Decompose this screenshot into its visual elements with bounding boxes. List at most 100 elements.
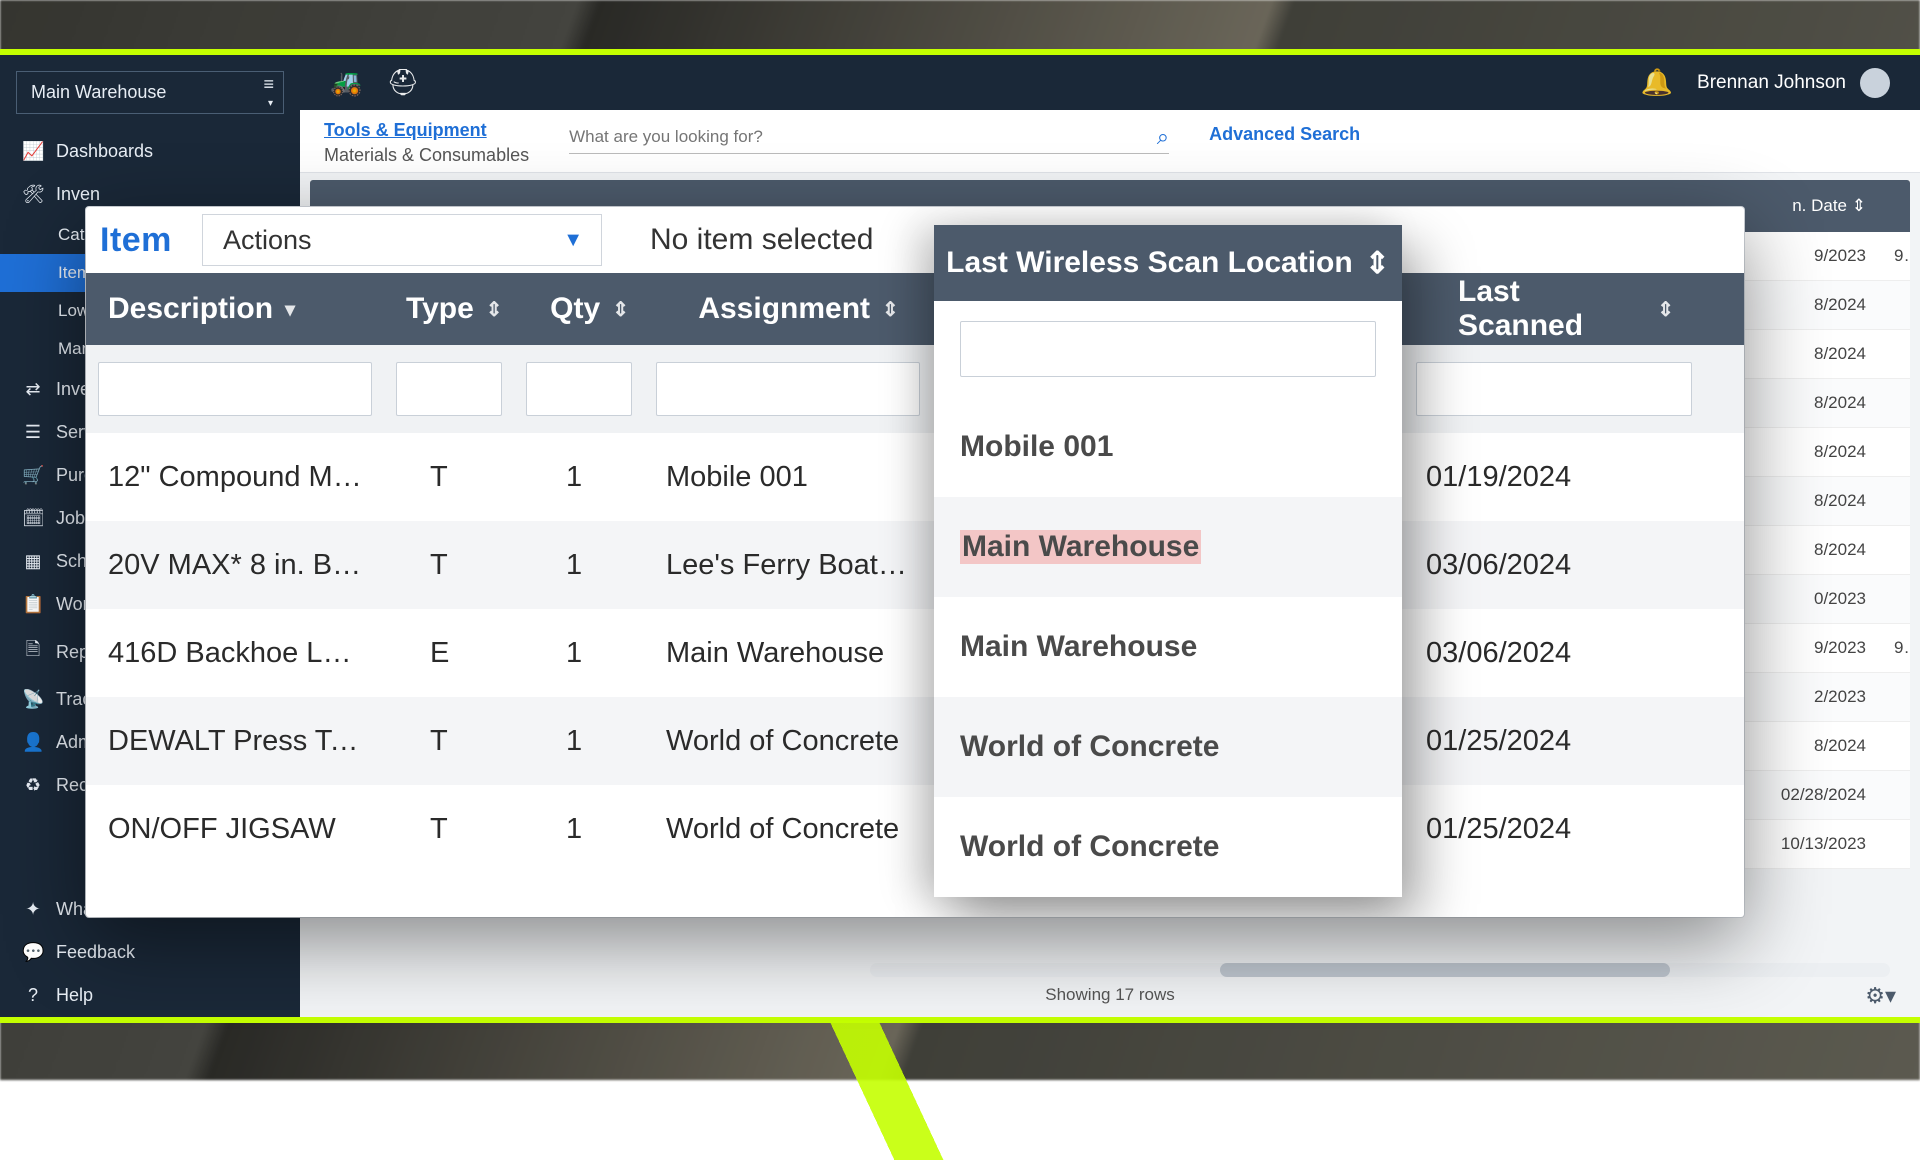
caret-down-icon: ▾ [268, 98, 273, 109]
location-cell: Mobile 001 [934, 397, 1402, 497]
list-icon: ≡ [263, 78, 273, 90]
col-description[interactable]: Description▾ [86, 292, 384, 326]
help-icon: ? [22, 985, 44, 1006]
wrench-icon: 🛠 [22, 184, 44, 205]
cell-date: 2/2023 [1730, 687, 1880, 707]
tab-materials[interactable]: Materials & Consumables [324, 145, 529, 166]
chart-icon: 📈 [22, 141, 44, 162]
cell-date: 9/2023 [1730, 246, 1880, 266]
location-label: Main Warehouse [31, 82, 166, 102]
actions-label: Actions [223, 225, 312, 256]
horizontal-scrollbar[interactable] [870, 963, 1890, 977]
user-menu[interactable]: Brennan Johnson [1697, 68, 1890, 98]
advanced-search-link[interactable]: Advanced Search [1209, 120, 1360, 145]
cell-qty: 1 [514, 725, 644, 758]
sort-icon: ⇕ [1365, 246, 1390, 281]
bg-col-date[interactable]: n. Date ⇕ [1730, 196, 1880, 216]
cell-qty: 1 [514, 637, 644, 670]
search-field[interactable]: ⌕ [569, 120, 1169, 154]
triangle-down-icon: ▼ [563, 229, 583, 252]
filter-last-scanned[interactable] [1416, 362, 1692, 416]
filter-type[interactable] [396, 362, 502, 416]
table-row[interactable]: DEWALT Press Tool …T1World of Concrete 01… [86, 697, 1744, 785]
list-icon: ☰ [22, 422, 44, 443]
location-cell: Main Warehouse [934, 597, 1402, 697]
avatar [1860, 68, 1890, 98]
cell-assignment: Mobile 001 [644, 461, 932, 494]
swap-icon: ⇄ [22, 379, 44, 400]
table-row[interactable]: ON/OFF JIGSAWT1World of Concrete01/25/20… [86, 785, 1744, 873]
location-filter-input[interactable] [960, 321, 1376, 377]
gear-icon[interactable]: ⚙▾ [1865, 983, 1896, 1009]
search-icon[interactable]: ⌕ [1157, 124, 1169, 150]
table-row[interactable]: 416D Backhoe Loa…E1Main Warehouse 03/06/2… [86, 609, 1744, 697]
cell-last-scanned: 03/06/2024 [1404, 549, 1704, 582]
cell-assignment: Lee's Ferry Boat Ra… [644, 549, 932, 582]
table-row[interactable]: 12" Compound Mit…T1Mobile 00101/19/2024 [86, 433, 1744, 521]
cell-assignment: World of Concrete [644, 813, 932, 846]
filter-qty[interactable] [526, 362, 632, 416]
track-icon: 📡 [22, 689, 44, 710]
cell-description: 416D Backhoe Loa… [86, 637, 384, 670]
cell-type: T [384, 461, 514, 494]
location-column-popout: Last Wireless Scan Location ⇕ Mobile 001… [934, 225, 1402, 897]
sidebar-item-help[interactable]: ? Help [0, 974, 300, 1017]
cell-last-scanned: 01/25/2024 [1404, 725, 1704, 758]
cell-date: 8/2024 [1730, 344, 1880, 364]
search-input[interactable] [569, 127, 1157, 147]
cell-last-scanned: 01/19/2024 [1404, 461, 1704, 494]
cell-description: DEWALT Press Tool … [86, 725, 384, 758]
cell-date: 10/13/2023 [1730, 834, 1880, 854]
cell-assignment: Main Warehouse [644, 637, 932, 670]
sparkle-icon: ✦ [22, 899, 44, 920]
calculator-icon: 🗓 [22, 508, 44, 529]
topbar: 🚜 ⛑ 🔔 Brennan Johnson [300, 55, 1920, 110]
sidebar-item-label: Feedback [56, 942, 135, 963]
cell-type: E [384, 637, 514, 670]
cell-date: 8/2024 [1730, 491, 1880, 511]
location-cell: World of Concrete [934, 697, 1402, 797]
sidebar-item-feedback[interactable]: 💬 Feedback [0, 931, 300, 974]
tab-tools-equipment[interactable]: Tools & Equipment [324, 120, 529, 141]
col-qty[interactable]: Qty⇕ [525, 292, 655, 326]
col-last-scanned[interactable]: Last Scanned⇕ [1436, 275, 1696, 343]
overlay-table-header: Description▾ Type⇕ Qty⇕ Assignment⇕ Last… [86, 273, 1744, 345]
filter-description[interactable] [98, 362, 372, 416]
cell-date: 8/2024 [1730, 393, 1880, 413]
col-type[interactable]: Type⇕ [384, 292, 525, 326]
category-tabs: Tools & Equipment Materials & Consumable… [324, 120, 529, 166]
cell-date: 8/2024 [1730, 540, 1880, 560]
user-icon: 👤 [22, 732, 44, 753]
sidebar-item-dashboards[interactable]: 📈 Dashboards [0, 130, 300, 173]
hardhat-icon[interactable]: ⛑ [386, 67, 419, 98]
col-assignment[interactable]: Assignment⇕ [655, 292, 943, 326]
cell-date: 0/2023 [1730, 589, 1880, 609]
document-icon: 🗎 [22, 637, 44, 667]
content-area: 🚜 ⛑ 🔔 Brennan Johnson Tools & Equipment … [300, 55, 1920, 1017]
clipboard-icon: 📋 [22, 594, 44, 615]
table-row[interactable]: 20V MAX* 8 in. Bru…T1Lee's Ferry Boat Ra… [86, 521, 1744, 609]
cell-date: 02/28/2024 [1730, 785, 1880, 805]
selection-status: No item selected [602, 223, 873, 257]
cell-type: T [384, 549, 514, 582]
sort-icon: ⇕ [1657, 297, 1674, 322]
cell-type: T [384, 725, 514, 758]
cell-date: 9/2023 [1730, 638, 1880, 658]
cell-qty: 1 [514, 813, 644, 846]
scrollbar-thumb[interactable] [1220, 963, 1670, 977]
cell-date: 8/2024 [1730, 295, 1880, 315]
sort-icon: ⇕ [486, 297, 503, 322]
cell-type: T [384, 813, 514, 846]
bell-icon[interactable]: 🔔 [1641, 67, 1673, 98]
cell-assignment: World of Concrete [644, 725, 932, 758]
filter-assignment[interactable] [656, 362, 920, 416]
overlay-toolbar: Item Actions ▼ No item selected [86, 207, 1744, 273]
recycle-icon: ♻ [22, 775, 44, 796]
actions-dropdown[interactable]: Actions ▼ [202, 214, 602, 266]
cell-last-scanned: 03/06/2024 [1404, 637, 1704, 670]
location-selector[interactable]: Main Warehouse ≡ ▾ [16, 71, 284, 114]
cell-date: 8/2024 [1730, 736, 1880, 756]
machine-icon[interactable]: 🚜 [330, 67, 362, 98]
col-scan-location[interactable]: Last Wireless Scan Location ⇕ [934, 225, 1402, 301]
user-name: Brennan Johnson [1697, 72, 1846, 94]
